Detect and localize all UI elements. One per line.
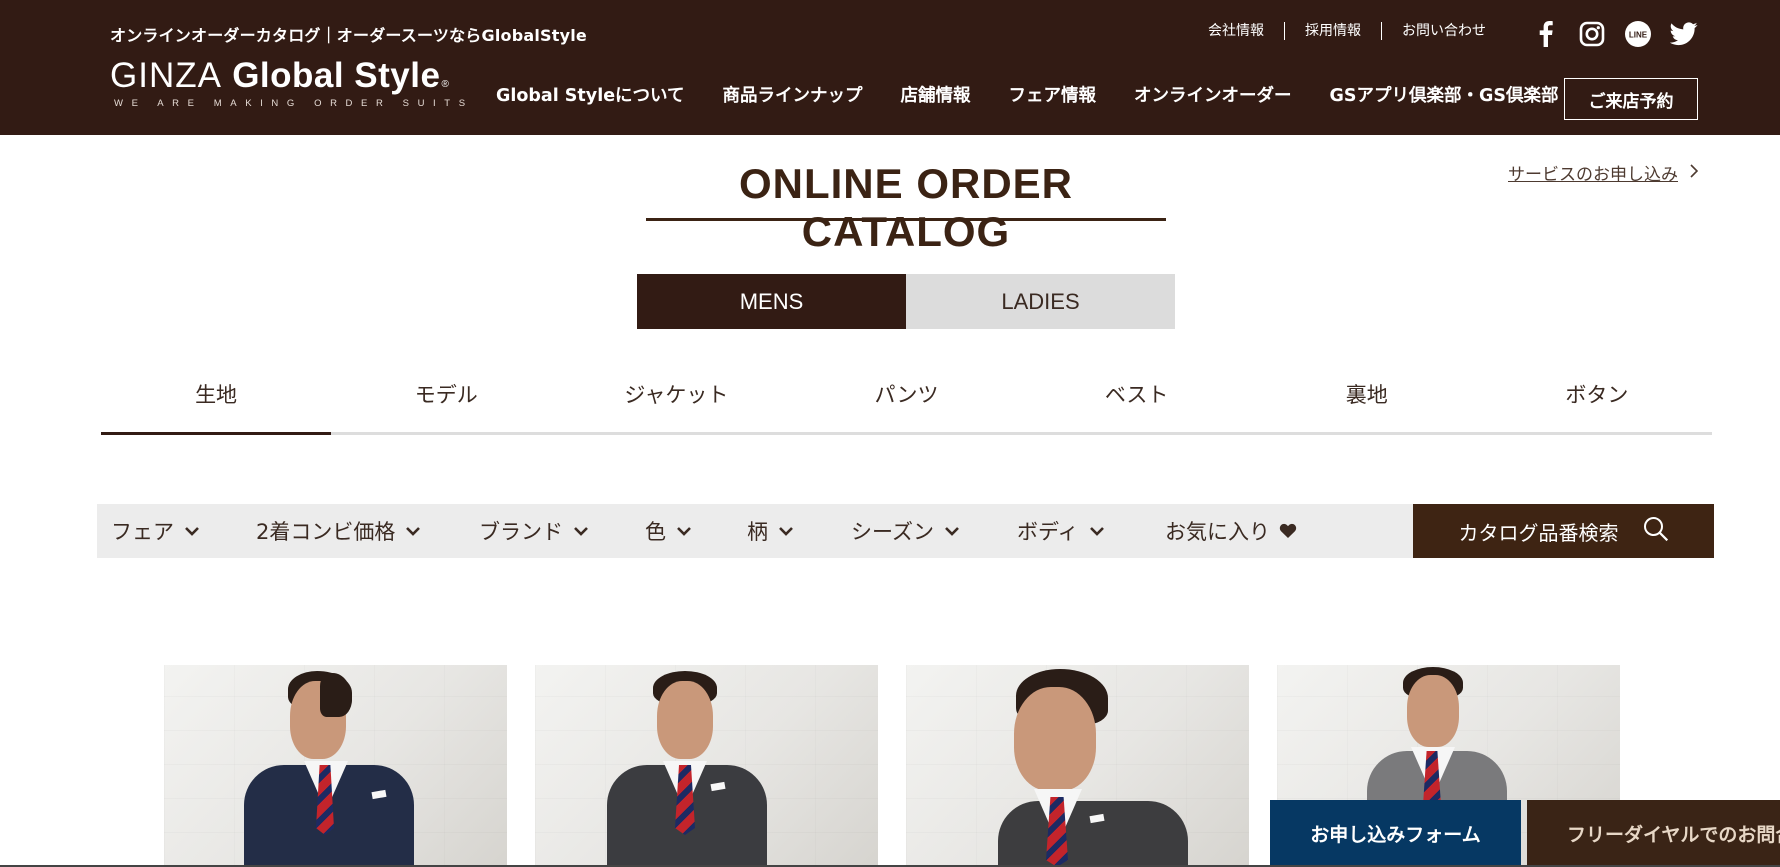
chevron-down-icon bbox=[571, 521, 591, 541]
utility-link-recruit[interactable]: 採用情報 bbox=[1285, 22, 1382, 40]
chevron-down-icon bbox=[776, 521, 796, 541]
title-underline bbox=[646, 218, 1166, 221]
product-image-model bbox=[535, 665, 878, 867]
category-tabs: 生地 モデル ジャケット パンツ ベスト 裏地 ボタン bbox=[101, 375, 1712, 435]
header-tagline: オンラインオーダーカタログ｜オーダースーツならGlobalStyle bbox=[110, 26, 587, 45]
logo-global-style: Global Style bbox=[232, 56, 441, 95]
product-card[interactable] bbox=[906, 665, 1249, 867]
catalog-search-button[interactable]: カタログ品番検索 bbox=[1413, 504, 1714, 558]
social-links: LINE bbox=[1530, 18, 1700, 50]
utility-link-company[interactable]: 会社情報 bbox=[1192, 22, 1285, 40]
logo-subtitle: WE ARE MAKING ORDER SUITS bbox=[114, 98, 474, 109]
main-nav: Global Styleについて 商品ラインナップ 店舗情報 フェア情報 オンラ… bbox=[496, 82, 1596, 107]
filter-favorites[interactable]: お気に入り bbox=[1165, 504, 1298, 558]
logo-ginza: GINZA bbox=[110, 56, 222, 95]
filter-season[interactable]: シーズン bbox=[851, 504, 962, 558]
gender-toggle: MENS LADIES bbox=[637, 274, 1175, 329]
utility-link-contact[interactable]: お問い合わせ bbox=[1382, 22, 1506, 40]
tab-pants[interactable]: パンツ bbox=[791, 375, 1021, 432]
product-card[interactable] bbox=[164, 665, 507, 867]
nav-online-order[interactable]: オンラインオーダー bbox=[1134, 82, 1292, 107]
filter-color[interactable]: 色 bbox=[645, 504, 694, 558]
twitter-icon[interactable] bbox=[1668, 18, 1700, 50]
filter-body-label: ボディ bbox=[1017, 520, 1079, 544]
filter-season-label: シーズン bbox=[851, 520, 934, 544]
service-link-label: サービスのお申し込み bbox=[1508, 165, 1678, 185]
tab-model[interactable]: モデル bbox=[331, 375, 561, 432]
tab-jacket[interactable]: ジャケット bbox=[561, 375, 791, 432]
filter-body[interactable]: ボディ bbox=[1017, 504, 1107, 558]
site-logo[interactable]: GINZA Global Style® WE ARE MAKING ORDER … bbox=[110, 56, 474, 109]
filter-fair-label: フェア bbox=[111, 520, 174, 544]
chevron-right-icon bbox=[1690, 163, 1699, 183]
line-icon-label: LINE bbox=[1629, 31, 1648, 40]
facebook-icon[interactable] bbox=[1530, 18, 1562, 50]
filter-pattern-label: 柄 bbox=[747, 520, 768, 544]
nav-gs-club[interactable]: GSアプリ倶楽部・GS倶楽部 bbox=[1330, 82, 1559, 107]
chevron-down-icon bbox=[674, 521, 694, 541]
product-card[interactable] bbox=[535, 665, 878, 867]
chevron-down-icon bbox=[182, 521, 202, 541]
nav-fair[interactable]: フェア情報 bbox=[1009, 82, 1097, 107]
site-header: オンラインオーダーカタログ｜オーダースーツならGlobalStyle GINZA… bbox=[0, 0, 1780, 135]
nav-stores[interactable]: 店舗情報 bbox=[901, 82, 971, 107]
nav-lineup[interactable]: 商品ラインナップ bbox=[723, 82, 863, 107]
tab-lining[interactable]: 裏地 bbox=[1252, 375, 1482, 432]
filter-brand[interactable]: ブランド bbox=[479, 504, 591, 558]
filter-favorites-label: お気に入り bbox=[1165, 520, 1270, 544]
tab-mens[interactable]: MENS bbox=[637, 274, 906, 329]
nav-about[interactable]: Global Styleについて bbox=[496, 82, 685, 107]
page-title: ONLINE ORDER CATALOG bbox=[738, 160, 1073, 255]
tab-ladies[interactable]: LADIES bbox=[906, 274, 1175, 329]
chevron-down-icon bbox=[403, 521, 423, 541]
catalog-search-label: カタログ品番検索 bbox=[1458, 520, 1619, 545]
tab-fabric[interactable]: 生地 bbox=[101, 375, 332, 435]
product-image-model bbox=[164, 665, 507, 867]
instagram-icon[interactable] bbox=[1576, 18, 1608, 50]
free-dial-button[interactable]: フリーダイヤルでのお問合せ bbox=[1527, 800, 1780, 867]
tab-vest[interactable]: ベスト bbox=[1022, 375, 1252, 432]
filter-brand-label: ブランド bbox=[479, 520, 563, 544]
utility-links: 会社情報 採用情報 お問い合わせ bbox=[1192, 22, 1506, 40]
chevron-down-icon bbox=[1087, 521, 1107, 541]
reserve-button[interactable]: ご来店予約 bbox=[1564, 78, 1698, 120]
chevron-down-icon bbox=[942, 521, 962, 541]
tab-buttons[interactable]: ボタン bbox=[1482, 375, 1712, 432]
product-image-model bbox=[906, 665, 1249, 867]
search-icon bbox=[1643, 516, 1669, 547]
heart-icon bbox=[1278, 521, 1298, 541]
logo-registered: ® bbox=[441, 79, 450, 90]
filter-pattern[interactable]: 柄 bbox=[747, 504, 796, 558]
filter-combi-price-label: 2着コンビ価格 bbox=[256, 520, 396, 544]
filter-color-label: 色 bbox=[645, 520, 666, 544]
apply-form-button[interactable]: お申し込みフォーム bbox=[1270, 800, 1521, 867]
filter-bar: フェア 2着コンビ価格 ブランド 色 柄 シーズン ボディ お気に入り カタログ… bbox=[97, 504, 1714, 558]
logo-wordmark: GINZA Global Style® bbox=[110, 56, 474, 96]
service-application-link[interactable]: サービスのお申し込み bbox=[1508, 160, 1699, 185]
line-icon[interactable]: LINE bbox=[1622, 18, 1654, 50]
filter-fair[interactable]: フェア bbox=[111, 504, 202, 558]
filter-combi-price[interactable]: 2着コンビ価格 bbox=[256, 504, 423, 558]
